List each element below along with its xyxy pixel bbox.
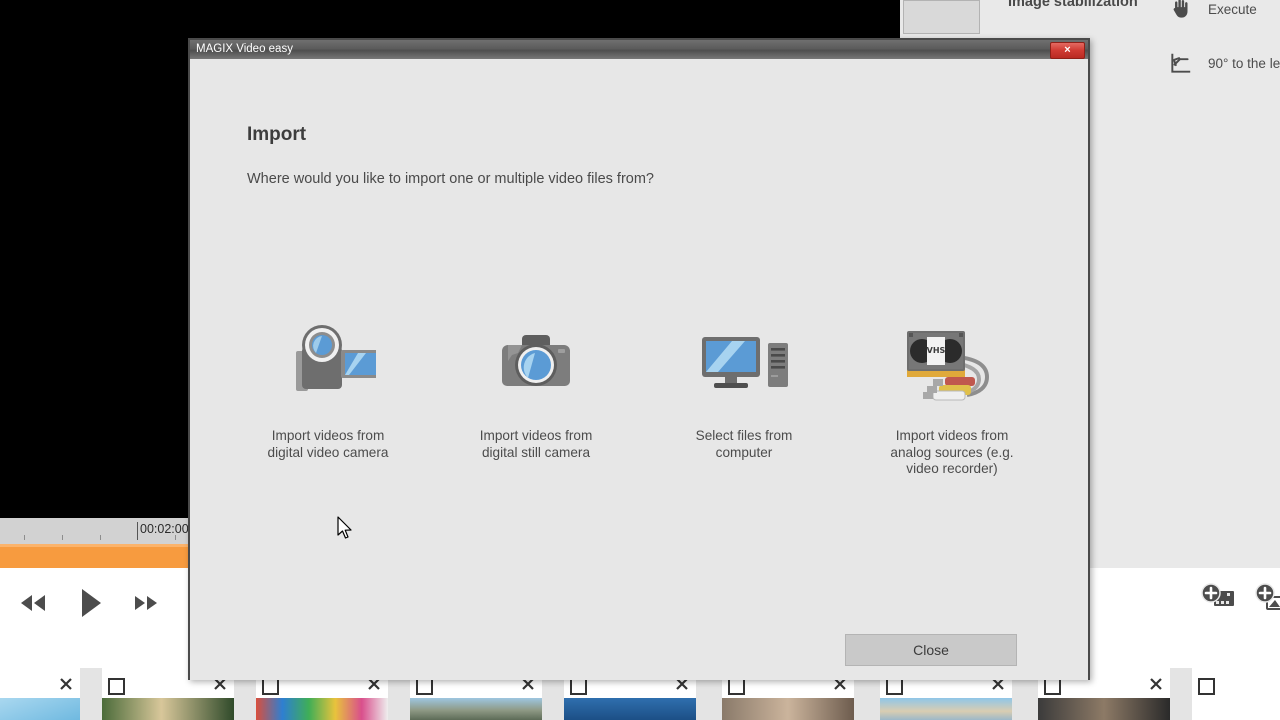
ruler-major-tick <box>137 522 138 540</box>
thumbnail-image <box>256 698 388 720</box>
thumbnail-image <box>1038 698 1170 720</box>
import-option-digital-still-camera[interactable]: Import videos from digital still camera <box>438 314 634 461</box>
import-option-label: Import videos from digital still camera <box>479 428 593 460</box>
import-option-label: Import videos from analog sources (e.g. … <box>890 428 1014 477</box>
import-option-computer-files[interactable]: Select files from computer <box>646 314 842 461</box>
checkbox-icon[interactable] <box>1198 678 1215 695</box>
checkbox-icon[interactable] <box>570 678 587 695</box>
window-close-button[interactable]: × <box>1050 42 1085 59</box>
strip-gap <box>80 668 102 720</box>
close-x-icon[interactable] <box>59 677 73 691</box>
thumbnail-image <box>722 698 854 720</box>
checkbox-icon[interactable] <box>108 678 125 695</box>
dialog-titlebar[interactable]: MAGIX Video easy × <box>190 40 1088 59</box>
ruler-tick <box>24 535 25 540</box>
desktop-computer-icon <box>696 314 792 410</box>
thumbnail-image <box>0 698 80 720</box>
ruler-tick <box>100 535 101 540</box>
thumbnail-image <box>102 698 234 720</box>
rotate-left-icon <box>1168 50 1194 76</box>
import-options: Import videos from digital video camera <box>230 314 1050 478</box>
close-x-icon[interactable] <box>1149 677 1163 691</box>
list-item[interactable] <box>1192 668 1280 720</box>
import-option-label: Select files from computer <box>695 428 793 460</box>
action-rotate-left-label: 90° to the left <box>1208 55 1280 71</box>
action-rotate-left[interactable]: 90° to the left <box>1168 50 1280 76</box>
timeline-clip[interactable] <box>0 544 188 568</box>
play-button[interactable] <box>76 586 104 620</box>
svg-text:VHS: VHS <box>927 346 946 355</box>
import-dialog: MAGIX Video easy × Import Where would yo… <box>188 38 1090 680</box>
checkbox-icon[interactable] <box>1044 678 1061 695</box>
add-photo-button[interactable] <box>1254 582 1280 617</box>
checkbox-icon[interactable] <box>728 678 745 695</box>
import-option-label: Import videos from digital video camera <box>267 428 389 460</box>
fast-forward-button[interactable] <box>128 589 166 617</box>
list-item[interactable] <box>0 668 80 720</box>
application-window: Image stabilization Execute 90° to the l… <box>0 0 1280 720</box>
window-title: MAGIX Video easy <box>196 42 293 55</box>
ruler-tick <box>62 535 63 540</box>
import-option-analog-sources[interactable]: VHS Import videos from analog sources (e… <box>854 314 1050 478</box>
action-execute[interactable]: Execute <box>1168 0 1257 22</box>
timeline-timecode: 00:02:00 <box>140 522 189 536</box>
import-option-digital-video-camera[interactable]: Import videos from digital video camera <box>230 314 426 461</box>
rewind-button[interactable] <box>14 589 52 617</box>
camcorder-icon <box>280 314 376 410</box>
checkbox-icon[interactable] <box>886 678 903 695</box>
photo-camera-icon <box>488 314 584 410</box>
thumbnail-image <box>410 698 542 720</box>
checkbox-icon[interactable] <box>262 678 279 695</box>
close-button[interactable]: Close <box>845 634 1017 666</box>
page-subtitle: Where would you like to import one or mu… <box>247 171 654 187</box>
vhs-cassette-icon: VHS <box>897 314 1007 410</box>
checkbox-icon[interactable] <box>416 678 433 695</box>
dialog-body: Import Where would you like to import on… <box>190 59 1088 680</box>
page-title: Import <box>247 124 307 145</box>
hand-icon <box>1168 0 1194 22</box>
action-execute-label: Execute <box>1208 1 1257 17</box>
close-icon: × <box>1064 44 1071 56</box>
panel-title: Image stabilization <box>1008 0 1138 10</box>
thumbnail-image <box>564 698 696 720</box>
effect-preview-thumbnail <box>903 0 980 34</box>
thumbnail-image <box>880 698 1012 720</box>
timeline-clip-highlight <box>0 544 188 547</box>
strip-gap <box>1170 668 1192 720</box>
add-video-button[interactable] <box>1200 582 1236 617</box>
